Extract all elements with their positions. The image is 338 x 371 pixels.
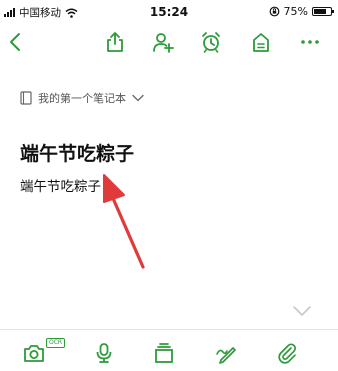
collapse-chevron-icon[interactable] bbox=[292, 304, 312, 318]
back-button[interactable] bbox=[2, 28, 30, 56]
handwriting-icon bbox=[216, 347, 236, 364]
battery-percent: 75% bbox=[283, 5, 308, 18]
chevron-down-icon bbox=[132, 94, 144, 102]
share-icon bbox=[107, 32, 123, 52]
camera-ocr-icon bbox=[24, 345, 44, 362]
rotation-lock-icon bbox=[269, 6, 279, 17]
reminder-alarm-icon bbox=[202, 32, 220, 53]
status-bar: 中国移动 15:24 75% bbox=[0, 0, 338, 24]
save-to-home-button[interactable] bbox=[247, 28, 275, 56]
back-icon bbox=[10, 33, 20, 51]
notebook-icon bbox=[20, 91, 32, 105]
insert-card-button[interactable] bbox=[150, 339, 178, 367]
battery-icon bbox=[312, 7, 334, 16]
add-collaborator-button[interactable] bbox=[149, 28, 177, 56]
note-toolbar bbox=[0, 24, 338, 60]
add-collaborator-icon bbox=[153, 33, 174, 53]
note-title[interactable]: 端午节吃粽子 bbox=[20, 139, 134, 166]
share-button[interactable] bbox=[101, 28, 129, 56]
attachment-button[interactable] bbox=[273, 339, 301, 367]
voice-record-button[interactable] bbox=[90, 339, 118, 367]
notebook-name: 我的第一个笔记本 bbox=[38, 92, 126, 105]
attachment-icon bbox=[278, 343, 297, 364]
more-button[interactable] bbox=[296, 28, 324, 56]
reminder-button[interactable] bbox=[197, 28, 225, 56]
more-icon bbox=[301, 40, 319, 44]
insert-card-icon bbox=[155, 343, 173, 363]
note-body[interactable]: 端午节吃粽子 bbox=[20, 175, 101, 195]
battery-fill bbox=[314, 9, 326, 14]
notebook-selector[interactable]: 我的第一个笔记本 bbox=[20, 90, 144, 106]
camera-ocr-button[interactable] bbox=[20, 339, 48, 367]
voice-record-icon bbox=[96, 343, 112, 363]
bottom-divider bbox=[0, 329, 338, 330]
status-right: 75% bbox=[269, 5, 334, 18]
ocr-badge: OCR bbox=[46, 338, 66, 348]
handwriting-button[interactable] bbox=[212, 339, 240, 367]
save-to-home-icon bbox=[253, 33, 269, 52]
